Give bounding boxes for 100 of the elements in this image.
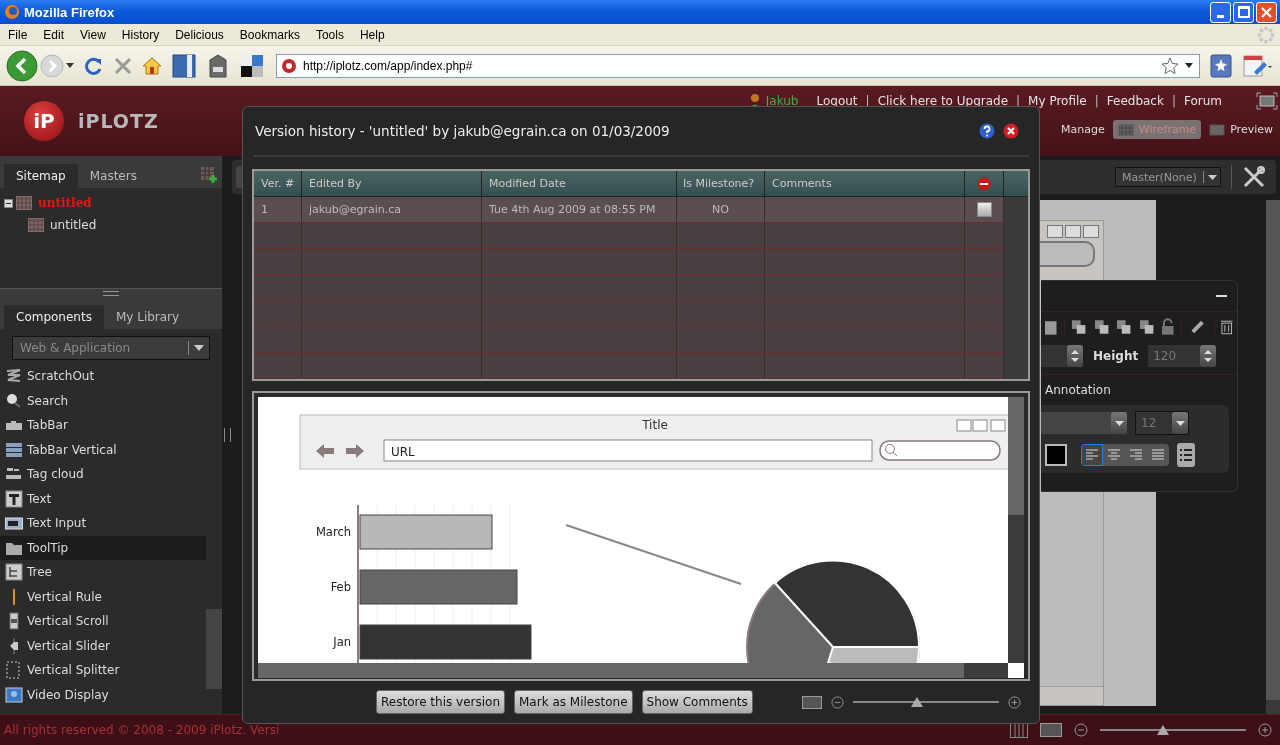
close-icon[interactable] [1003,123,1019,139]
panel-tab[interactable]: My Library [103,305,192,329]
header-link[interactable]: Feedback [1106,94,1164,108]
notepad-icon[interactable] [1242,53,1272,78]
menu-item[interactable]: Edit [35,27,73,42]
paste-icon[interactable] [1045,318,1057,336]
component-item[interactable]: TabBar Vertical [0,437,206,462]
page-icon [28,218,44,232]
collapse-toggle-icon[interactable] [4,198,13,208]
column-header[interactable]: Modified Date [482,171,677,196]
component-item[interactable]: Search [0,388,206,413]
align-justify-icon [1152,449,1164,461]
color-swatch[interactable] [1045,444,1067,466]
actual-size-icon[interactable] [1040,723,1062,737]
zoom-in-icon[interactable] [1008,695,1021,709]
back-button[interactable] [6,49,38,82]
scrollbar[interactable] [1004,197,1028,379]
header-link[interactable]: Logout [816,94,858,108]
header-link[interactable]: My Profile [1028,94,1087,108]
add-page-icon[interactable] [200,166,218,184]
dialog-button[interactable]: Show Comments [641,690,753,714]
master-dropdown[interactable]: Master(None) [1115,167,1221,187]
component-item[interactable]: Vertical Splitter [0,658,206,683]
page-item[interactable]: untitled [50,218,97,232]
component-item[interactable]: ToolTip [0,535,206,560]
reload-icon[interactable] [84,55,104,76]
zoom-out-icon[interactable] [831,695,844,709]
star-icon[interactable] [1161,56,1179,75]
home-icon[interactable] [142,56,162,75]
zoom-in-icon[interactable] [1258,723,1272,737]
left-align-button[interactable] [1081,444,1103,466]
menu-item[interactable]: Tools [307,27,352,42]
scrollbar-thumb[interactable] [1008,397,1024,515]
tools-icon[interactable] [1242,165,1266,189]
zoom-slider-thumb[interactable] [1156,725,1169,735]
component-item[interactable]: Tag cloud [0,462,206,487]
fullscreen-icon[interactable] [1256,92,1278,110]
minimize-button[interactable] [1210,1,1231,23]
tag-icon[interactable] [206,53,230,78]
resize-handle[interactable] [0,288,222,297]
component-item[interactable]: Vertical Rule [0,584,206,609]
component-item[interactable]: Vertical Slider [0,633,206,658]
logo-mark: iP [24,101,64,141]
menu-item[interactable]: Help [351,27,393,42]
layer-order-icon[interactable] [1138,319,1154,335]
menu-item[interactable]: View [72,27,114,42]
panel-tab[interactable]: Masters [77,164,149,188]
component-item[interactable]: Vertical Scroll [0,609,206,634]
layer-order-icon[interactable] [1093,319,1110,335]
grid-icon [1117,123,1134,136]
column-header[interactable]: Comments [765,171,965,196]
close-button[interactable] [1256,1,1277,23]
panel-tab[interactable]: Components [4,305,104,329]
component-item[interactable]: TabBar [0,413,206,438]
zoom-slider-thumb[interactable] [911,697,924,707]
scrollbar[interactable] [1008,397,1024,663]
delicious-icon[interactable] [240,53,264,78]
dialog-button[interactable]: Mark as Milestone [514,690,633,714]
video-component-icon [5,685,23,704]
component-item[interactable]: Text [0,486,206,511]
list-button[interactable] [1177,443,1195,467]
scrollbar-thumb[interactable] [206,609,222,689]
column-header[interactable]: Edited By [302,171,482,196]
mode-tab[interactable]: Manage [1056,120,1110,139]
address-field[interactable]: http://iplotz.com/app/index.php# [276,53,1200,78]
component-item[interactable]: Video Display [0,682,206,707]
url-text: URL [391,445,415,459]
column-header[interactable]: Ver. # [254,171,302,196]
component-item[interactable]: Tree [0,560,206,585]
lock-icon[interactable] [1160,318,1175,336]
mode-tab[interactable]: Preview [1204,120,1278,139]
actual-size-icon[interactable] [802,695,822,709]
menu-item[interactable]: Delicious [167,27,232,42]
menu-item[interactable]: History [113,27,168,42]
mock-window-title: Title [642,418,668,432]
history-dropdown-icon[interactable] [66,62,74,69]
site-icon [281,57,297,74]
width-spinner[interactable] [1041,345,1083,367]
restore-button[interactable] [1233,1,1254,23]
bookmarks-icon[interactable] [172,53,196,78]
header-link[interactable]: Forum [1183,94,1222,108]
layer-order-icon[interactable] [1071,319,1087,335]
menu-item[interactable]: Bookmarks [231,27,308,42]
grid-icon[interactable] [1010,722,1028,738]
spinner-arrows-icon [1204,349,1213,363]
panel-tab[interactable]: Sitemap [4,164,78,188]
delete-icon[interactable] [977,176,991,191]
menu-item[interactable]: File [0,27,36,42]
delete-icon[interactable] [1221,319,1233,335]
checkbox[interactable] [976,202,992,217]
user-name[interactable]: Jakub [765,94,799,108]
url-dropdown-icon[interactable] [1185,62,1193,69]
dialog-button[interactable]: Restore this version [376,690,505,714]
component-item[interactable]: Text Input [0,511,206,536]
zoom-out-icon[interactable] [1074,723,1088,737]
layer-order-icon[interactable] [1116,319,1132,335]
column-header[interactable]: Is Milestone? [677,171,765,196]
help-icon[interactable] [979,123,995,139]
component-item[interactable]: ScratchOut [0,364,206,389]
header-link[interactable]: Click here to Upgrade [877,94,1009,108]
